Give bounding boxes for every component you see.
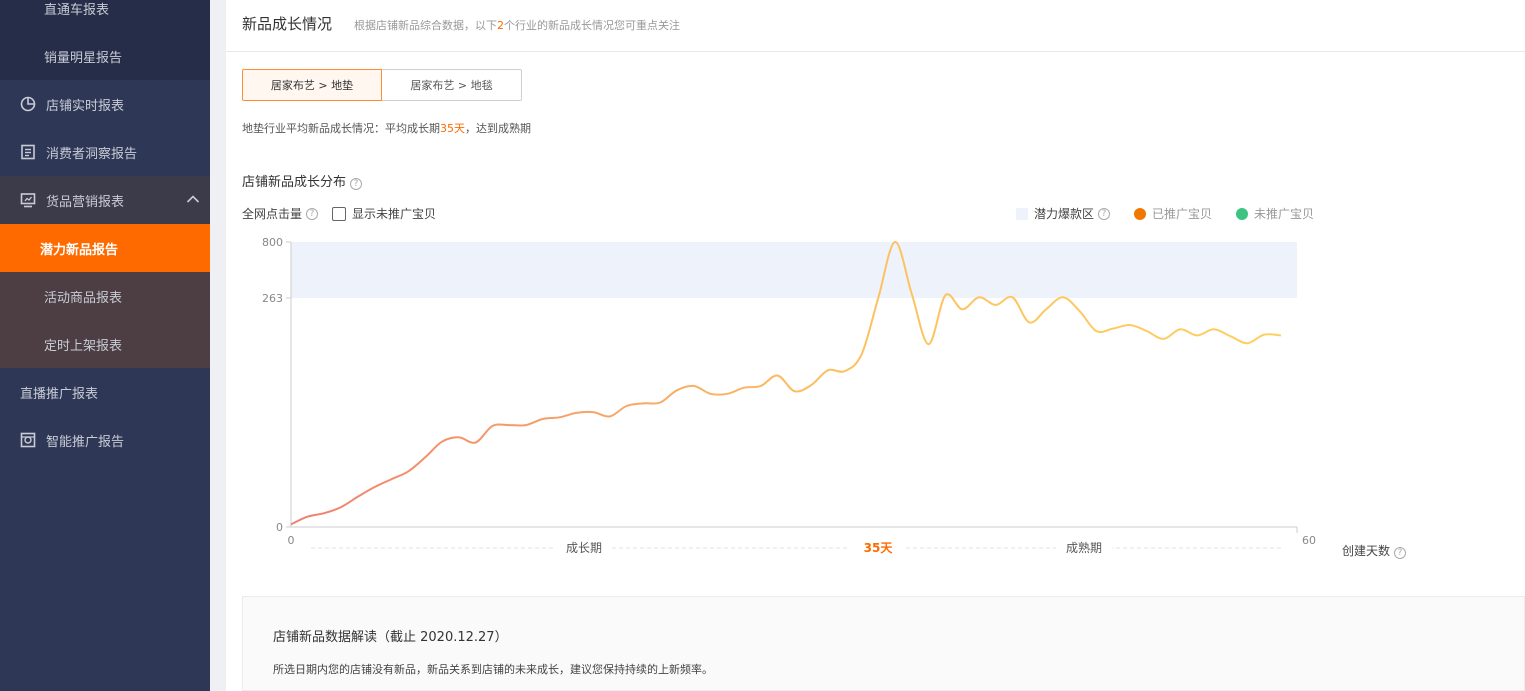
help-icon[interactable]: ?	[1394, 547, 1407, 559]
y-tick-label: 800	[262, 236, 283, 249]
sidebar-item-label: 智能推广报告	[46, 435, 125, 450]
unpromoted-dot-icon	[1236, 207, 1249, 220]
desc-prefix: 根据店铺新品综合数据，以下	[354, 19, 497, 32]
section-title-text: 店铺新品成长分布	[242, 175, 347, 190]
sidebar-item-label: 消费者洞察报告	[46, 147, 138, 162]
sidebar-item-potential-new[interactable]: 潜力新品报告	[0, 224, 210, 272]
sidebar-item-live-promo[interactable]: 直播推广报表	[0, 368, 210, 416]
legend-promoted-label: 已推广宝贝	[1152, 207, 1213, 221]
sidebar-item-ztc-report[interactable]: 直通车报表	[0, 0, 210, 32]
sidebar-item-label: 定时上架报表	[44, 339, 123, 354]
growth-summary: 地垫行业平均新品成长情况：平均成长期35天，达到成熟期	[242, 120, 531, 136]
x-axis-title: 创建天数?	[1342, 542, 1407, 559]
sidebar-item-label: 活动商品报表	[44, 291, 123, 306]
phase-label: 成长期	[566, 541, 602, 555]
checkbox-label[interactable]: 显示未推广宝贝	[352, 205, 436, 222]
summary-prefix: 地垫行业平均新品成长情况：平均成长期	[242, 122, 440, 135]
legend-zone[interactable]: 潜力爆款区 ?	[1016, 205, 1111, 222]
legend-unpromoted-label: 未推广宝贝	[1254, 207, 1315, 221]
sidebar-item-label: 销量明星报告	[44, 51, 123, 66]
insight-title: 店铺新品数据解读（截止 2020.12.27）	[273, 630, 508, 645]
chevron-up-icon[interactable]	[186, 194, 200, 204]
help-icon[interactable]: ?	[1098, 207, 1111, 220]
phase-label: 成熟期	[1066, 540, 1102, 555]
industry-count: 2	[497, 19, 504, 32]
chart-legend: 潜力爆款区 ? 已推广宝贝 未推广宝贝	[1016, 205, 1338, 222]
sidebar-item-label: 直播推广报表	[20, 387, 99, 402]
chart-controls: 全网点击量 ? 显示未推广宝贝	[242, 205, 436, 222]
x-tick-label: 60	[1302, 534, 1316, 547]
sidebar-item-label: 潜力新品报告	[40, 243, 119, 258]
sidebar-item-goods-marketing[interactable]: 货品营销报表	[0, 176, 210, 224]
pie-chart-icon	[20, 96, 36, 112]
potential-zone-band	[291, 242, 1297, 298]
sidebar: 直通车报表 销量明星报告 店铺实时报表 消费者洞察报告 货品营销报表 潜力新品报	[0, 0, 210, 691]
sidebar-item-activity-goods[interactable]: 活动商品报表	[0, 272, 210, 320]
legend-zone-label: 潜力爆款区	[1034, 207, 1095, 221]
legend-unpromoted[interactable]: 未推广宝贝	[1236, 205, 1314, 222]
document-icon	[21, 144, 35, 160]
target-icon	[20, 432, 36, 448]
x-tick-label: 0	[288, 534, 295, 547]
x-axis-title-text: 创建天数	[1342, 544, 1391, 558]
sidebar-item-label: 货品营销报表	[46, 195, 125, 210]
monitor-icon	[20, 193, 36, 208]
sidebar-item-label: 店铺实时报表	[46, 99, 125, 114]
page-description: 根据店铺新品综合数据，以下2个行业的新品成长情况您可重点关注	[354, 17, 680, 33]
insight-panel: 店铺新品数据解读（截止 2020.12.27） 所选日期内您的店铺没有新品，新品…	[242, 596, 1525, 691]
insight-text: 所选日期内您的店铺没有新品，新品关系到店铺的未来成长，建议您保持持续的上新频率。	[273, 663, 713, 676]
help-icon[interactable]: ?	[350, 178, 363, 190]
sidebar-item-realtime[interactable]: 店铺实时报表	[0, 80, 210, 128]
y-axis-title: 全网点击量	[242, 207, 303, 221]
sidebar-item-label: 直通车报表	[44, 3, 110, 18]
help-icon[interactable]: ?	[306, 207, 319, 220]
tab-carpet[interactable]: 居家布艺 > 地毯	[382, 69, 522, 101]
sidebar-item-smart-promo[interactable]: 智能推广报告	[0, 416, 210, 464]
summary-suffix: ，达到成熟期	[465, 122, 531, 135]
industry-tabs: 居家布艺 > 地垫 居家布艺 > 地毯	[242, 69, 522, 101]
summary-days: 35天	[440, 122, 465, 135]
sidebar-item-scheduled-listing[interactable]: 定时上架报表	[0, 320, 210, 368]
content-gutter	[210, 0, 226, 691]
show-unpromoted-checkbox[interactable]	[332, 206, 347, 221]
sidebar-item-sales-star[interactable]: 销量明星报告	[0, 32, 210, 80]
zone-swatch	[1016, 207, 1028, 220]
growth-line-chart: 0 263 800 0 60 成长期 35天 成熟期	[262, 236, 1316, 555]
page-title: 新品成长情况	[242, 15, 333, 33]
promoted-dot-icon	[1134, 207, 1147, 220]
y-tick-label: 0	[276, 521, 283, 534]
legend-promoted[interactable]: 已推广宝贝	[1134, 205, 1212, 222]
desc-suffix: 个行业的新品成长情况您可重点关注	[504, 19, 680, 32]
tab-floor-mat[interactable]: 居家布艺 > 地垫	[242, 69, 382, 101]
page-header: 新品成长情况 根据店铺新品综合数据，以下2个行业的新品成长情况您可重点关注	[226, 0, 1525, 52]
phase-label-threshold: 35天	[864, 541, 894, 555]
section-title: 店铺新品成长分布?	[242, 171, 363, 190]
y-tick-label: 263	[262, 292, 283, 305]
main-content: 新品成长情况 根据店铺新品综合数据，以下2个行业的新品成长情况您可重点关注 居家…	[226, 0, 1525, 691]
sidebar-item-consumer[interactable]: 消费者洞察报告	[0, 128, 210, 176]
